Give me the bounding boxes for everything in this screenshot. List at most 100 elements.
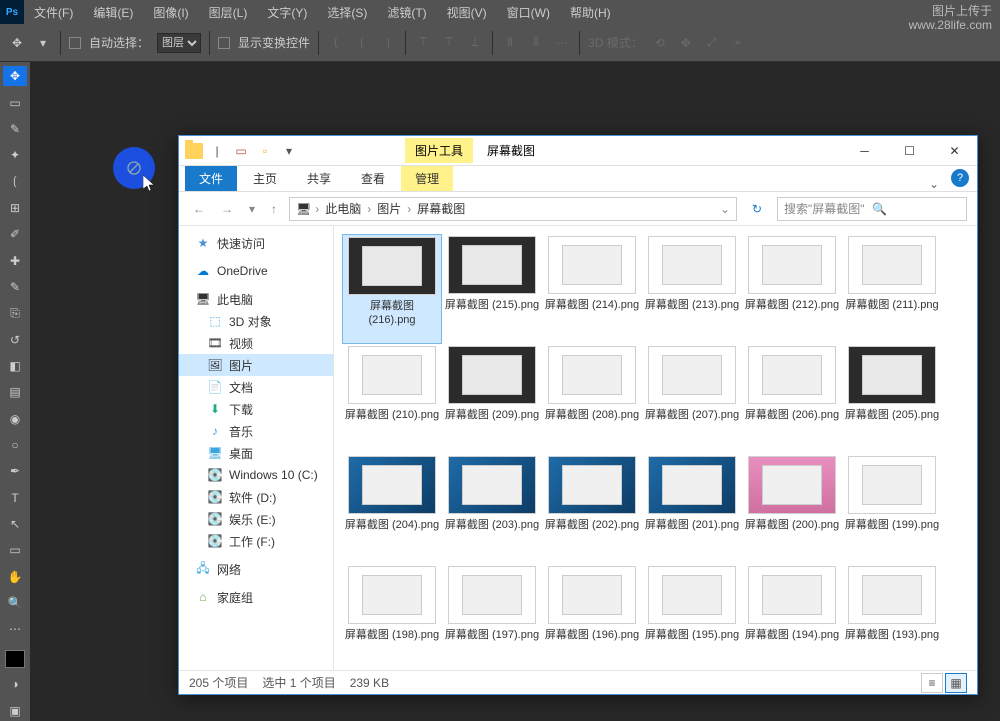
align-right-icon[interactable]: ⟯ [379, 34, 397, 52]
move-tool-icon[interactable]: ✥ [8, 34, 26, 52]
distribute-h-icon[interactable]: ⫴ [501, 34, 519, 52]
tab-share[interactable]: 共享 [293, 166, 345, 191]
file-list[interactable]: 屏幕截图 (216).png屏幕截图 (215).png屏幕截图 (214).p… [334, 226, 977, 670]
file-item[interactable]: 屏幕截图 (209).png [442, 344, 542, 454]
history-brush-tool[interactable]: ↺ [3, 329, 27, 349]
tab-manage[interactable]: 管理 [401, 166, 453, 191]
chevron-right-icon[interactable]: › [315, 202, 319, 216]
details-view-button[interactable]: ≡ [921, 673, 943, 693]
file-item[interactable]: 屏幕截图 (210).png [342, 344, 442, 454]
brush-tool[interactable]: ✎ [3, 277, 27, 297]
sidebar-desktop[interactable]: 🖥桌面 [179, 442, 333, 464]
eraser-tool[interactable]: ◧ [3, 356, 27, 376]
help-icon[interactable]: ? [951, 169, 969, 187]
address-dropdown-icon[interactable]: ⌄ [720, 202, 730, 216]
hand-tool[interactable]: ✋ [3, 567, 27, 587]
file-item[interactable]: 屏幕截图 (208).png [542, 344, 642, 454]
file-item[interactable]: 屏幕截图 (201).png [642, 454, 742, 564]
gradient-tool[interactable]: ▤ [3, 382, 27, 402]
file-item[interactable]: 屏幕截图 (215).png [442, 234, 542, 344]
frame-tool[interactable]: ⊞ [3, 198, 27, 218]
menu-edit[interactable]: 编辑(E) [83, 4, 143, 21]
search-input[interactable]: 搜索"屏幕截图" 🔍 [777, 197, 967, 221]
sidebar-music[interactable]: ♪音乐 [179, 420, 333, 442]
align-bottom-icon[interactable]: ⟘ [466, 34, 484, 52]
sidebar-network[interactable]: 🖧网络 [179, 558, 333, 580]
file-item[interactable]: 屏幕截图 (212).png [742, 234, 842, 344]
menu-select[interactable]: 选择(S) [317, 4, 377, 21]
sidebar-homegroup[interactable]: ⌂家庭组 [179, 586, 333, 608]
path-select-tool[interactable]: ↖ [3, 514, 27, 534]
refresh-button[interactable]: ↻ [745, 202, 769, 216]
file-item[interactable]: 屏幕截图 (200).png [742, 454, 842, 564]
file-item[interactable]: 屏幕截图 (194).png [742, 564, 842, 670]
nav-back-button[interactable]: ← [189, 202, 209, 216]
breadcrumb-folder[interactable]: 屏幕截图 [415, 200, 467, 217]
quick-mask[interactable]: ◑ [3, 674, 27, 694]
breadcrumb-pictures[interactable]: 图片 [375, 200, 403, 217]
file-item[interactable]: 屏幕截图 (211).png [842, 234, 942, 344]
menu-help[interactable]: 帮助(H) [560, 4, 621, 21]
file-item[interactable]: 屏幕截图 (214).png [542, 234, 642, 344]
sidebar-drive-c[interactable]: 💽Windows 10 (C:) [179, 464, 333, 486]
chevron-right-icon[interactable]: › [367, 202, 371, 216]
chevron-right-icon[interactable]: › [407, 202, 411, 216]
file-item[interactable]: 屏幕截图 (197).png [442, 564, 542, 670]
sidebar-documents[interactable]: 📄文档 [179, 376, 333, 398]
maximize-button[interactable]: ☐ [887, 136, 932, 166]
menu-layer[interactable]: 图层(L) [199, 4, 258, 21]
file-item[interactable]: 屏幕截图 (199).png [842, 454, 942, 564]
nav-forward-button[interactable]: → [217, 202, 237, 216]
tab-file[interactable]: 文件 [185, 166, 237, 191]
file-item[interactable]: 屏幕截图 (203).png [442, 454, 542, 564]
eyedropper-tool[interactable]: ✐ [3, 224, 27, 244]
tab-view[interactable]: 查看 [347, 166, 399, 191]
more-icon[interactable]: ⋯ [553, 34, 571, 52]
file-item[interactable]: 屏幕截图 (216).png [342, 234, 442, 344]
align-left-icon[interactable]: ⟮ [327, 34, 345, 52]
menu-type[interactable]: 文字(Y) [257, 4, 317, 21]
healing-tool[interactable]: ✚ [3, 250, 27, 270]
file-item[interactable]: 屏幕截图 (196).png [542, 564, 642, 670]
align-center-h-icon[interactable]: ⟮ [353, 34, 371, 52]
menu-image[interactable]: 图像(I) [143, 4, 198, 21]
thumbnails-view-button[interactable]: ▦ [945, 673, 967, 693]
sidebar-quick-access[interactable]: ★快速访问 [179, 232, 333, 254]
marquee-tool[interactable]: ▭ [3, 92, 27, 112]
type-tool[interactable]: T [3, 488, 27, 508]
file-item[interactable]: 屏幕截图 (213).png [642, 234, 742, 344]
show-transform-checkbox[interactable] [218, 37, 230, 49]
menu-file[interactable]: 文件(F) [24, 4, 83, 21]
sidebar-this-pc[interactable]: 🖥此电脑 [179, 288, 333, 310]
ribbon-collapse-icon[interactable]: ⌄ [919, 177, 949, 191]
screen-mode[interactable]: ▣ [3, 701, 27, 721]
minimize-button[interactable]: ─ [842, 136, 887, 166]
foreground-swatch[interactable] [5, 650, 25, 669]
clone-tool[interactable]: ⎘ [3, 303, 27, 323]
file-item[interactable]: 屏幕截图 (206).png [742, 344, 842, 454]
breadcrumb-root[interactable]: 此电脑 [323, 200, 363, 217]
address-bar[interactable]: 🖥 › 此电脑 › 图片 › 屏幕截图 ⌄ [289, 197, 737, 221]
quick-select-tool[interactable]: ✦ [3, 145, 27, 165]
sidebar-drive-e[interactable]: 💽娱乐 (E:) [179, 508, 333, 530]
crop-tool[interactable]: ⟮ [3, 171, 27, 191]
shape-tool[interactable]: ▭ [3, 540, 27, 560]
auto-select-checkbox[interactable] [69, 37, 81, 49]
sidebar-drive-d[interactable]: 💽软件 (D:) [179, 486, 333, 508]
file-item[interactable]: 屏幕截图 (207).png [642, 344, 742, 454]
menu-view[interactable]: 视图(V) [437, 4, 497, 21]
sidebar-drive-f[interactable]: 💽工作 (F:) [179, 530, 333, 552]
qat-new-folder-icon[interactable]: ▫ [255, 144, 275, 158]
pen-tool[interactable]: ✒ [3, 461, 27, 481]
menu-filter[interactable]: 滤镜(T) [377, 4, 436, 21]
close-button[interactable]: ✕ [932, 136, 977, 166]
auto-select-dropdown[interactable]: 图层 [157, 33, 201, 53]
qat-properties-icon[interactable]: ▭ [231, 144, 251, 158]
dodge-tool[interactable]: ○ [3, 435, 27, 455]
blur-tool[interactable]: ◉ [3, 408, 27, 428]
dropdown-icon[interactable]: ▾ [34, 34, 52, 52]
edit-toolbar[interactable]: ⋯ [3, 619, 27, 639]
sidebar-pictures[interactable]: 🖼图片 [179, 354, 333, 376]
file-item[interactable]: 屏幕截图 (198).png [342, 564, 442, 670]
align-center-v-icon[interactable]: ⟙ [440, 34, 458, 52]
